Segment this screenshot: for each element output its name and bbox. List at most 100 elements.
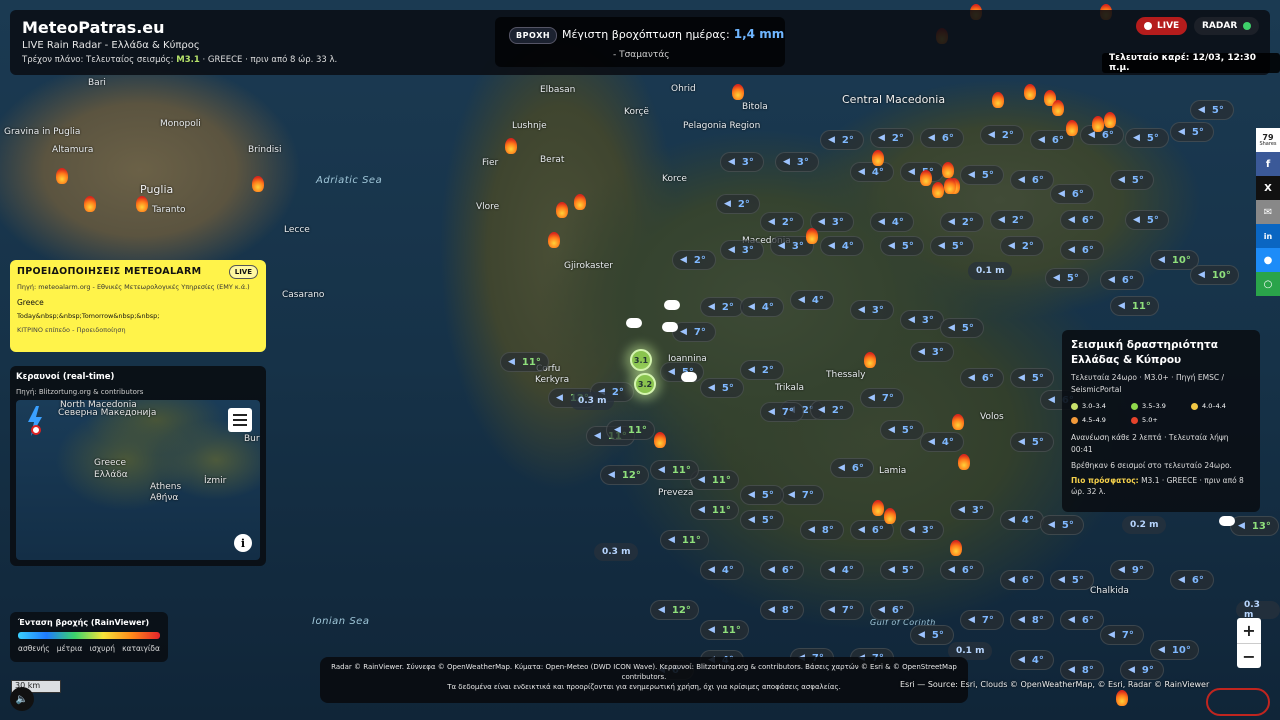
forecast-temp-marker[interactable]: ◀7° [1100,625,1144,645]
wildfire-icon[interactable] [920,170,932,186]
forecast-temp-marker[interactable]: ◀ 3° [910,342,954,362]
forecast-temp-marker[interactable]: ◀ 8° [1060,660,1104,680]
forecast-temp-marker[interactable]: ◀5° [880,560,924,580]
facebook-share-icon[interactable]: f [1256,152,1280,176]
forecast-temp-marker[interactable]: ◀6° [870,600,914,620]
forecast-temp-marker[interactable]: ◀ 3° [775,152,819,172]
wildfire-icon[interactable] [1052,100,1064,116]
forecast-temp-marker[interactable]: ◀5° [1125,210,1169,230]
forecast-temp-marker[interactable]: ◀2° [1000,236,1044,256]
forecast-temp-marker[interactable]: ◀6° [1000,570,1044,590]
wildfire-icon[interactable] [252,176,264,192]
wildfire-icon[interactable] [864,352,876,368]
wildfire-icon[interactable] [56,168,68,184]
sms-share-icon[interactable]: ○ [1256,272,1280,296]
forecast-temp-marker[interactable]: ◀11° [700,620,749,640]
x-share-icon[interactable]: X [1256,176,1280,200]
wildfire-icon[interactable] [548,232,560,248]
forecast-temp-marker[interactable]: ◀4° [1000,510,1044,530]
wildfire-icon[interactable] [1092,116,1104,132]
forecast-temp-marker[interactable]: ◀ 9° [1120,660,1164,680]
forecast-temp-marker[interactable]: ◀4° [700,560,744,580]
forecast-temp-marker[interactable]: ◀4° [850,162,894,182]
forecast-temp-marker[interactable]: ◀ 3° [720,240,764,260]
forecast-temp-marker[interactable]: ◀ 3° [900,520,944,540]
lightning-minimap[interactable]: North Macedonia Северна Македонија Greec… [16,400,260,560]
forecast-temp-marker[interactable]: ◀5° [1040,515,1084,535]
forecast-temp-marker[interactable]: ◀6° [960,368,1004,388]
forecast-temp-marker[interactable]: ◀ 8° [760,600,804,620]
earthquake-marker[interactable]: 3.1 [630,349,652,371]
earthquake-marker[interactable]: 3.2 [634,373,656,395]
wildfire-icon[interactable] [654,432,666,448]
wildfire-icon[interactable] [556,202,568,218]
forecast-temp-marker[interactable]: ◀6° [830,458,874,478]
wildfire-icon[interactable] [574,194,586,210]
forecast-temp-marker[interactable]: ◀2° [990,210,1034,230]
forecast-temp-marker[interactable]: ◀11° [650,460,699,480]
forecast-temp-marker[interactable]: ◀11° [606,420,655,440]
forecast-temp-marker[interactable]: ◀6° [1170,570,1214,590]
live-badge[interactable]: LIVE [1136,17,1188,35]
forecast-temp-marker[interactable]: ◀5° [740,485,784,505]
email-share-icon[interactable]: ✉ [1256,200,1280,224]
forecast-temp-marker[interactable]: ◀4° [870,212,914,232]
wildfire-icon[interactable] [1066,120,1078,136]
forecast-temp-marker[interactable]: ◀ 8° [800,520,844,540]
meteoalarm-card[interactable]: ΠΡΟΕΙΔΟΠΟΙΗΣΕΙΣ METEOALARM LIVE Πηγή: me… [10,260,266,352]
forecast-temp-marker[interactable]: ◀2° [980,125,1024,145]
zoom-in-button[interactable]: + [1237,618,1261,643]
forecast-temp-marker[interactable]: ◀7° [672,322,716,342]
forecast-temp-marker[interactable]: ◀4° [820,236,864,256]
forecast-temp-marker[interactable]: ◀5° [1050,570,1094,590]
forecast-temp-marker[interactable]: ◀7° [820,600,864,620]
wildfire-icon[interactable] [952,414,964,430]
forecast-temp-marker[interactable]: ◀4° [920,432,964,452]
wildfire-icon[interactable] [884,508,896,524]
forecast-temp-marker[interactable]: ◀6° [1060,210,1104,230]
forecast-temp-marker[interactable]: ◀ 8° [1010,610,1054,630]
wildfire-icon[interactable] [732,84,744,100]
forecast-temp-marker[interactable]: ◀6° [760,560,804,580]
forecast-temp-marker[interactable]: ◀5° [1010,368,1054,388]
forecast-temp-marker[interactable]: ◀6° [940,560,984,580]
wildfire-icon[interactable] [950,540,962,556]
zoom-out-button[interactable]: − [1237,643,1261,668]
forecast-temp-marker[interactable]: ◀4° [790,290,834,310]
forecast-temp-marker[interactable]: ◀11° [660,530,709,550]
wildfire-icon[interactable] [942,162,954,178]
forecast-temp-marker[interactable]: ◀11° [500,352,549,372]
forecast-temp-marker[interactable]: ◀ 13° [1230,516,1279,536]
wildfire-icon[interactable] [806,228,818,244]
forecast-temp-marker[interactable]: ◀ 3° [950,500,994,520]
forecast-temp-marker[interactable]: ◀2° [700,297,744,317]
wildfire-icon[interactable] [872,500,884,516]
forecast-temp-marker[interactable]: ◀5° [930,236,974,256]
site-title[interactable]: MeteoPatras.eu [22,18,337,37]
forecast-temp-marker[interactable]: ◀5° [880,420,924,440]
wildfire-icon[interactable] [958,454,970,470]
forecast-temp-marker[interactable]: ◀5° [940,318,984,338]
forecast-temp-marker[interactable]: ◀ 3° [810,212,854,232]
messenger-share-icon[interactable]: ● [1256,248,1280,272]
sound-toggle-button[interactable]: 🔈 [10,687,34,711]
linkedin-share-icon[interactable]: in [1256,224,1280,248]
forecast-temp-marker[interactable]: ◀5° [1125,128,1169,148]
forecast-temp-marker[interactable]: ◀5° [1110,170,1154,190]
forecast-temp-marker[interactable]: ◀5° [910,625,954,645]
wildfire-icon[interactable] [992,92,1004,108]
minimap-menu-icon[interactable] [228,408,252,432]
forecast-temp-marker[interactable]: ◀5° [1045,268,1089,288]
forecast-temp-marker[interactable]: ◀12° [650,600,699,620]
forecast-temp-marker[interactable]: ◀5° [960,165,1004,185]
forecast-temp-marker[interactable]: ◀5° [1190,100,1234,120]
forecast-temp-marker[interactable]: ◀2° [716,194,760,214]
forecast-temp-marker[interactable]: ◀11° [690,500,739,520]
forecast-temp-marker[interactable]: ◀11° [1110,296,1159,316]
forecast-temp-marker[interactable]: ◀ 10° [1150,250,1199,270]
forecast-temp-marker[interactable]: ◀6° [1050,184,1094,204]
forecast-temp-marker[interactable]: ◀ 9° [1110,560,1154,580]
wildfire-icon[interactable] [1104,112,1116,128]
forecast-temp-marker[interactable]: ◀5° [740,510,784,530]
minimap-info-icon[interactable]: i [234,534,252,552]
